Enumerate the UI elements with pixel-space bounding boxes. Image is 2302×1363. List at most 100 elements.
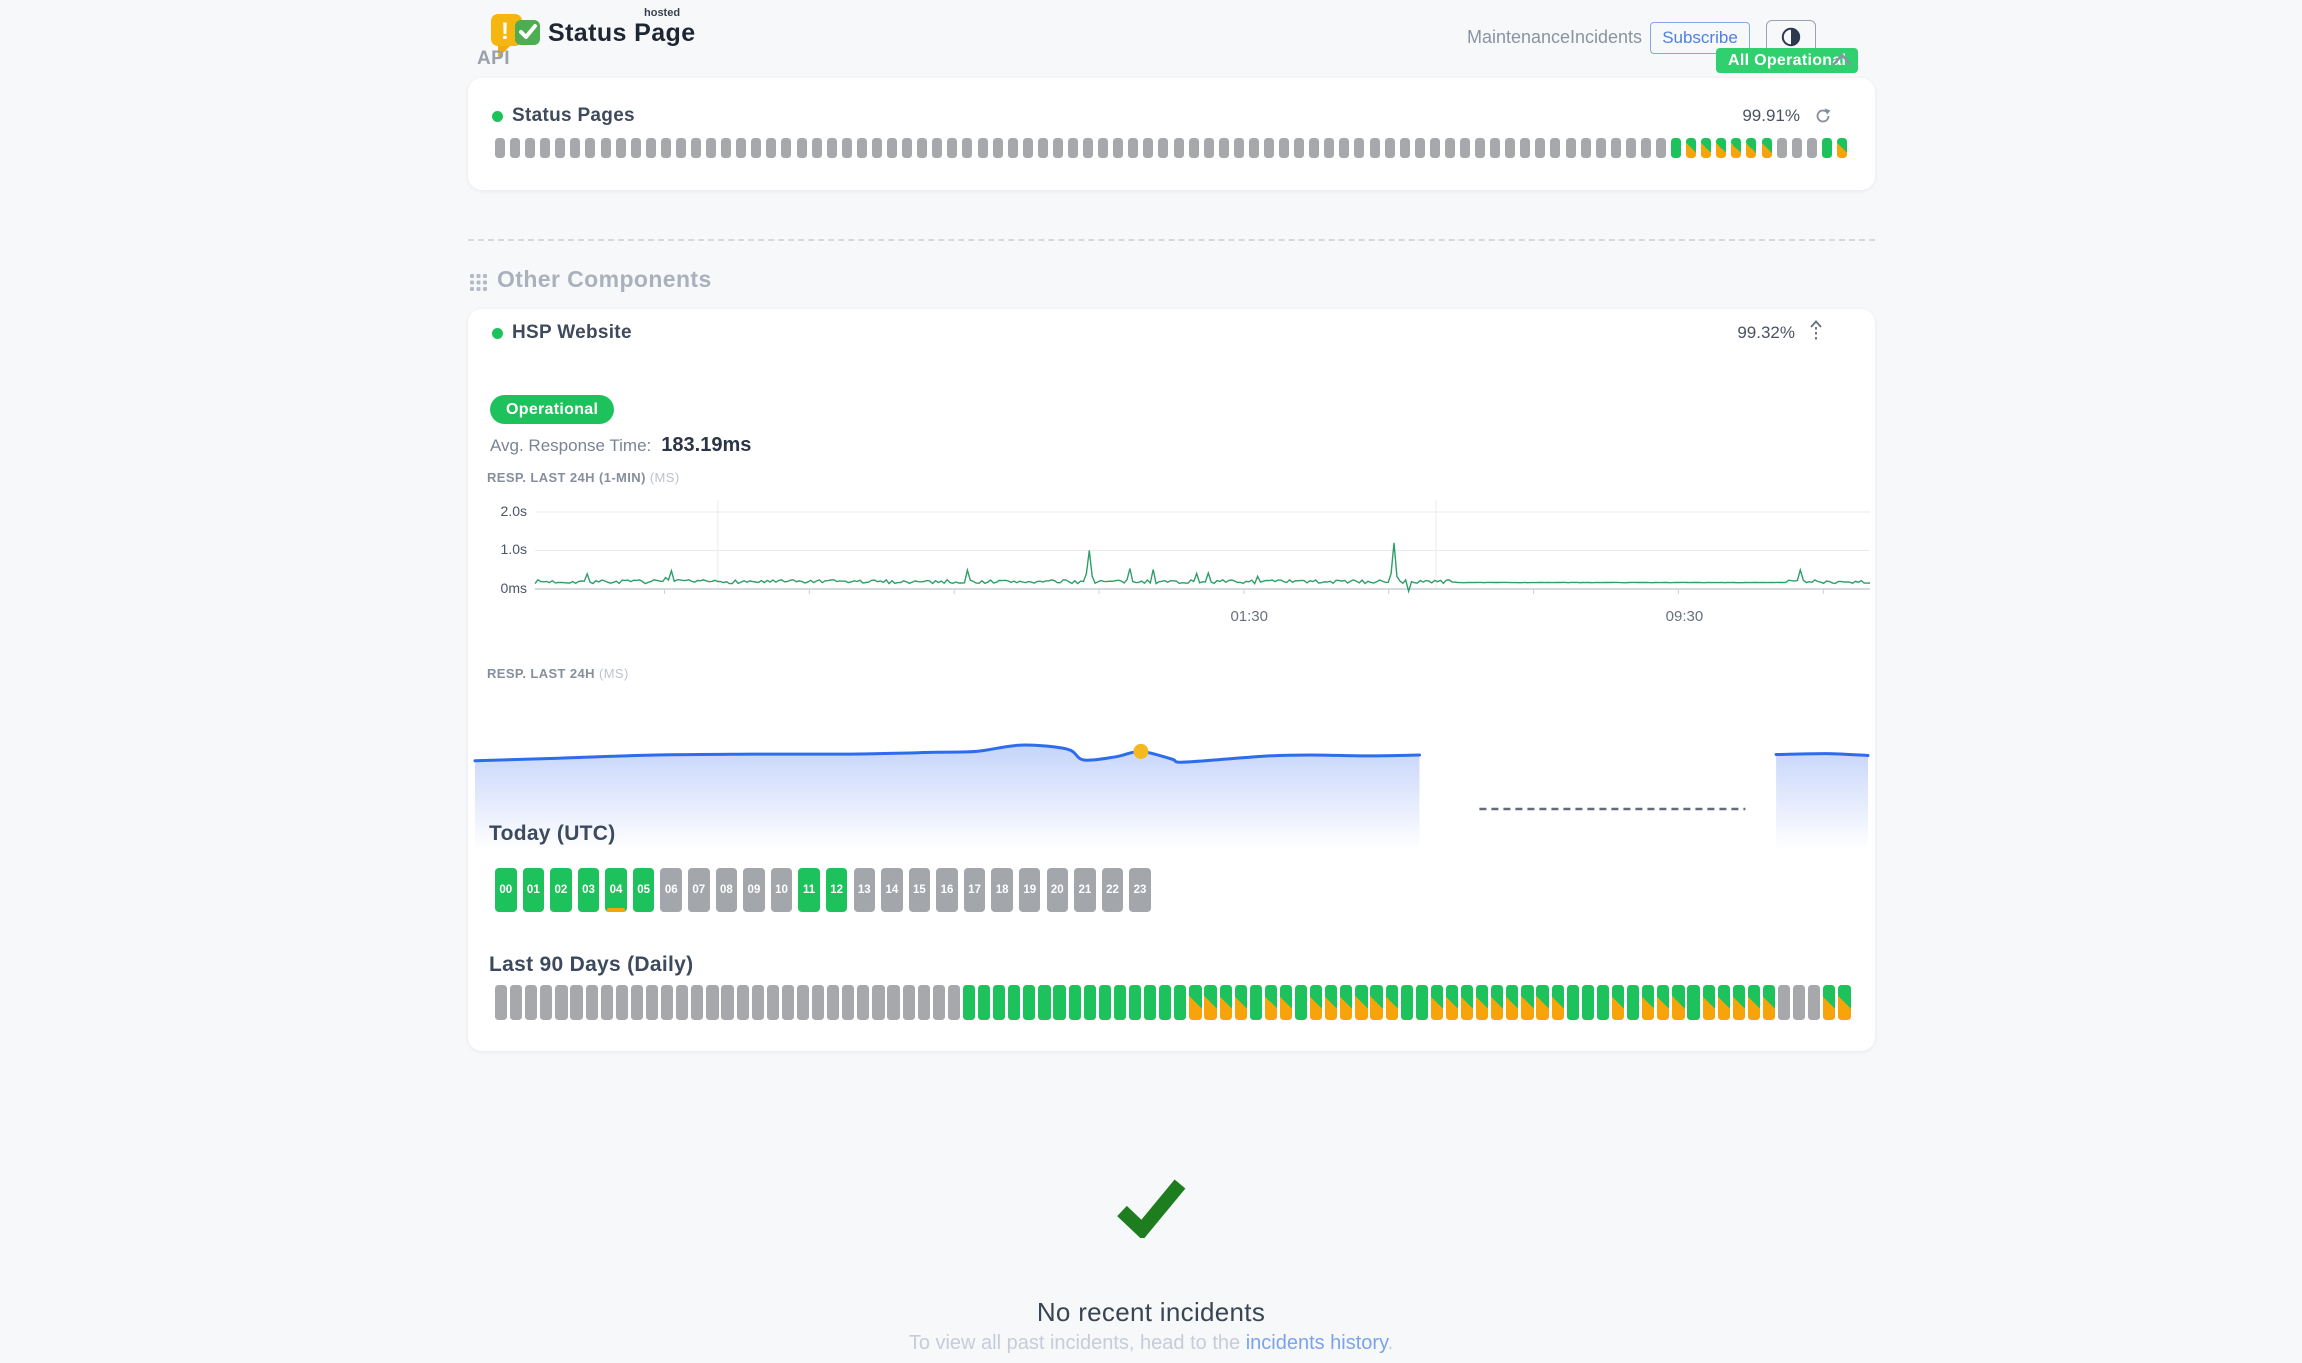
- uptime-day-bar[interactable]: [1370, 138, 1380, 158]
- uptime-day-bar[interactable]: [842, 138, 852, 158]
- uptime-day-bar[interactable]: [737, 985, 749, 1020]
- uptime-day-bar[interactable]: [661, 985, 673, 1020]
- uptime-day-bar[interactable]: [570, 138, 580, 158]
- nav-incidents[interactable]: Incidents: [1570, 27, 1642, 48]
- uptime-day-bar[interactable]: [525, 985, 537, 1020]
- uptime-day-bar[interactable]: [872, 985, 884, 1020]
- uptime-day-bar[interactable]: [555, 138, 565, 158]
- uptime-day-bar[interactable]: [1476, 985, 1488, 1020]
- hour-block[interactable]: 20: [1047, 868, 1069, 912]
- uptime-day-bar[interactable]: [1339, 138, 1349, 158]
- uptime-day-bar[interactable]: [1219, 138, 1229, 158]
- uptime-day-bar[interactable]: [917, 138, 927, 158]
- hour-block[interactable]: 23: [1129, 868, 1151, 912]
- uptime-day-bar[interactable]: [1098, 138, 1108, 158]
- uptime-day-bar[interactable]: [676, 138, 686, 158]
- uptime-day-bar[interactable]: [1340, 985, 1352, 1020]
- uptime-day-bar[interactable]: [766, 138, 776, 158]
- uptime-day-bar[interactable]: [1415, 138, 1425, 158]
- uptime-day-bar[interactable]: [1566, 138, 1576, 158]
- uptime-day-bar[interactable]: [721, 138, 731, 158]
- uptime-day-bar[interactable]: [1008, 985, 1020, 1020]
- hour-block[interactable]: 09: [743, 868, 765, 912]
- hour-block[interactable]: 15: [909, 868, 931, 912]
- uptime-day-bar[interactable]: [903, 985, 915, 1020]
- uptime-day-bar[interactable]: [1038, 138, 1048, 158]
- uptime-day-bar[interactable]: [872, 138, 882, 158]
- uptime-day-bar[interactable]: [510, 138, 520, 158]
- uptime-day-bar[interactable]: [1837, 138, 1847, 158]
- hour-block[interactable]: 02: [550, 868, 572, 912]
- hour-block[interactable]: 06: [660, 868, 682, 912]
- uptime-day-bar[interactable]: [1536, 985, 1548, 1020]
- uptime-day-bar[interactable]: [1777, 138, 1787, 158]
- uptime-day-bar[interactable]: [978, 985, 990, 1020]
- hour-block[interactable]: 13: [854, 868, 876, 912]
- hour-block[interactable]: 04: [605, 868, 627, 912]
- uptime-day-bar[interactable]: [827, 985, 839, 1020]
- collapse-section-button[interactable]: [1832, 51, 1852, 67]
- hour-block[interactable]: 21: [1074, 868, 1096, 912]
- uptime-day-bar[interactable]: [510, 985, 522, 1020]
- nav-maintenance[interactable]: Maintenance: [1467, 27, 1570, 48]
- uptime-day-bar[interactable]: [1823, 985, 1835, 1020]
- uptime-day-bar[interactable]: [586, 985, 598, 1020]
- hour-block[interactable]: 01: [523, 868, 545, 912]
- uptime-day-bar[interactable]: [1068, 138, 1078, 158]
- uptime-day-bar[interactable]: [1535, 138, 1545, 158]
- collapse-component-button[interactable]: [1808, 319, 1824, 343]
- uptime-day-bar[interactable]: [1731, 138, 1741, 158]
- uptime-day-bar[interactable]: [1249, 138, 1259, 158]
- uptime-day-bar[interactable]: [827, 138, 837, 158]
- hour-block[interactable]: 08: [716, 868, 738, 912]
- uptime-day-bar[interactable]: [1446, 985, 1458, 1020]
- hour-block[interactable]: 19: [1019, 868, 1041, 912]
- uptime-day-bar[interactable]: [1838, 985, 1850, 1020]
- uptime-day-bar[interactable]: [1656, 138, 1666, 158]
- uptime-day-bar[interactable]: [1023, 985, 1035, 1020]
- uptime-day-bar[interactable]: [691, 138, 701, 158]
- uptime-day-bar[interactable]: [1491, 985, 1503, 1020]
- uptime-day-bar[interactable]: [1550, 138, 1560, 158]
- uptime-day-bar[interactable]: [962, 138, 972, 158]
- uptime-day-bar[interactable]: [752, 985, 764, 1020]
- uptime-day-bar[interactable]: [1099, 985, 1111, 1020]
- uptime-day-bar[interactable]: [1430, 138, 1440, 158]
- uptime-day-bar[interactable]: [993, 985, 1005, 1020]
- uptime-day-bar[interactable]: [1264, 138, 1274, 158]
- uptime-day-bar[interactable]: [1385, 138, 1395, 158]
- uptime-day-bar[interactable]: [947, 138, 957, 158]
- uptime-day-bar[interactable]: [782, 985, 794, 1020]
- uptime-day-bar[interactable]: [585, 138, 595, 158]
- uptime-day-bar[interactable]: [767, 985, 779, 1020]
- uptime-day-bar[interactable]: [1567, 985, 1579, 1020]
- hour-block[interactable]: 07: [688, 868, 710, 912]
- uptime-day-bar[interactable]: [661, 138, 671, 158]
- uptime-day-bar[interactable]: [631, 138, 641, 158]
- uptime-day-bar[interactable]: [1807, 138, 1817, 158]
- uptime-day-bar[interactable]: [842, 985, 854, 1020]
- uptime-day-bar[interactable]: [1461, 985, 1473, 1020]
- uptime-day-bar[interactable]: [978, 138, 988, 158]
- uptime-day-bar[interactable]: [1506, 985, 1518, 1020]
- uptime-day-bar[interactable]: [1552, 985, 1564, 1020]
- uptime-day-bar[interactable]: [751, 138, 761, 158]
- uptime-day-bar[interactable]: [797, 138, 807, 158]
- uptime-day-bar[interactable]: [918, 985, 930, 1020]
- uptime-day-bar[interactable]: [1400, 138, 1410, 158]
- uptime-day-bar[interactable]: [963, 985, 975, 1020]
- uptime-day-bar[interactable]: [721, 985, 733, 1020]
- hour-block[interactable]: 05: [633, 868, 655, 912]
- uptime-day-bar[interactable]: [1250, 985, 1262, 1020]
- uptime-day-bar[interactable]: [1279, 138, 1289, 158]
- uptime-day-bar[interactable]: [1581, 138, 1591, 158]
- uptime-day-bar[interactable]: [616, 985, 628, 1020]
- uptime-day-bar[interactable]: [1582, 985, 1594, 1020]
- uptime-day-bar[interactable]: [1113, 138, 1123, 158]
- hour-block[interactable]: 00: [495, 868, 517, 912]
- uptime-day-bar[interactable]: [1204, 138, 1214, 158]
- uptime-day-bar[interactable]: [1401, 985, 1413, 1020]
- uptime-day-bar[interactable]: [1792, 138, 1802, 158]
- uptime-day-bar[interactable]: [1748, 985, 1760, 1020]
- uptime-day-bar[interactable]: [1309, 138, 1319, 158]
